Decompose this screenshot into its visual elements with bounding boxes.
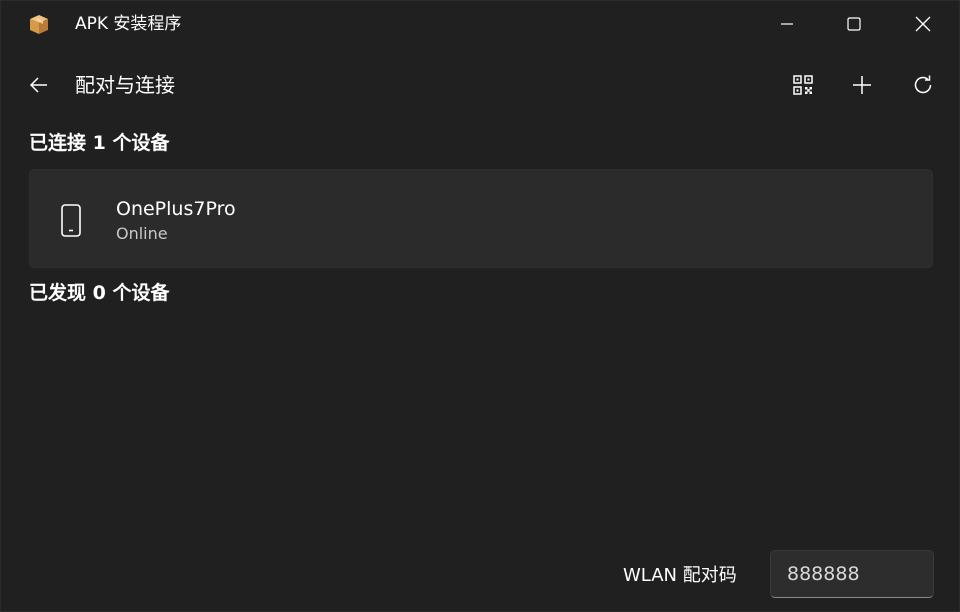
refresh-icon (914, 75, 932, 94)
device-card[interactable]: OnePlus7Pro Online (29, 169, 933, 268)
qr-code-icon (793, 75, 813, 95)
page-title: 配对与连接 (75, 73, 175, 97)
qr-code-button[interactable] (784, 66, 822, 104)
close-icon (915, 16, 931, 32)
refresh-button[interactable] (904, 66, 942, 104)
wlan-pairing-code-label: WLAN 配对码 (623, 565, 737, 586)
discovered-devices-heading: 已发现 0 个设备 (29, 282, 170, 304)
maximize-icon (847, 17, 861, 31)
device-name: OnePlus7Pro (116, 198, 236, 220)
minimize-button[interactable] (764, 1, 810, 47)
wlan-pairing-code-input[interactable] (770, 550, 934, 598)
plus-icon (853, 76, 871, 94)
back-arrow-icon (30, 77, 47, 93)
device-status: Online (116, 224, 168, 243)
app-window: APK 安装程序 配对与连接 已连接 1 个设备 OnePlus7Pro Onl… (0, 0, 960, 612)
connected-devices-heading: 已连接 1 个设备 (29, 132, 170, 154)
add-device-button[interactable] (843, 66, 881, 104)
close-button[interactable] (900, 1, 946, 47)
phone-icon (58, 204, 84, 238)
title-bar[interactable]: APK 安装程序 (1, 1, 959, 49)
minimize-icon (781, 23, 793, 25)
package-box-icon (28, 13, 50, 35)
back-button[interactable] (21, 67, 57, 103)
app-title: APK 安装程序 (75, 14, 182, 34)
maximize-button[interactable] (831, 1, 877, 47)
